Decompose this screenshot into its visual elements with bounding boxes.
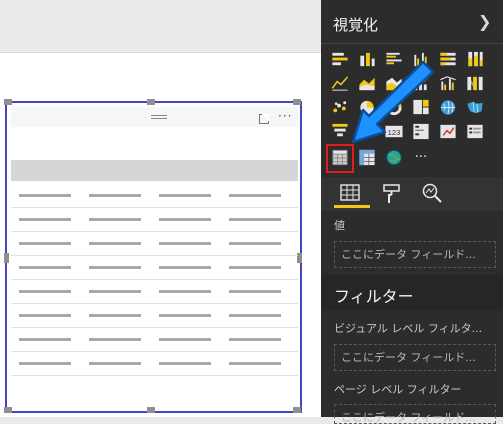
kpi-icon[interactable] — [438, 122, 458, 141]
map-icon[interactable] — [438, 98, 458, 117]
cell-placeholder — [89, 362, 141, 365]
focus-mode-icon[interactable] — [259, 114, 269, 124]
cell-placeholder — [89, 290, 141, 293]
100-percent-bar-chart-icon[interactable] — [438, 50, 458, 69]
table-row — [11, 184, 298, 208]
table-row — [11, 328, 298, 352]
annotation-arrow — [345, 58, 435, 148]
format-roller-icon[interactable] — [381, 183, 403, 205]
cell-placeholder — [159, 290, 211, 293]
cell-placeholder — [19, 290, 71, 293]
cell-placeholder — [159, 314, 211, 317]
pane-title: 視覚化 — [333, 16, 379, 34]
more-visuals-icon[interactable]: ··· — [411, 148, 431, 167]
visual-header: ··· — [11, 107, 298, 127]
cell-placeholder — [19, 314, 71, 317]
page-filter-drop-well[interactable]: ここにデータ フィールド... — [334, 404, 496, 424]
table-row — [11, 352, 298, 376]
cell-placeholder — [229, 194, 281, 197]
table-row — [11, 256, 298, 280]
cell-placeholder — [159, 194, 211, 197]
cell-placeholder — [229, 362, 281, 365]
values-drop-well[interactable]: ここにデータ フィールド... — [334, 241, 496, 268]
cell-placeholder — [229, 338, 281, 341]
fields-tab-icon[interactable] — [339, 183, 361, 203]
visual-filter-drop-well[interactable]: ここにデータ フィールド... — [334, 344, 496, 371]
resize-handle-top[interactable] — [147, 99, 155, 105]
resize-handle-bottom-right[interactable] — [293, 407, 301, 413]
cell-placeholder — [229, 290, 281, 293]
resize-handle-left[interactable] — [4, 253, 9, 263]
resize-handle-bottom-left[interactable] — [4, 407, 12, 413]
matrix-icon[interactable] — [357, 148, 377, 167]
line-clustered-column-chart-icon[interactable] — [438, 74, 458, 93]
cell-placeholder — [89, 266, 141, 269]
cell-placeholder — [229, 314, 281, 317]
analytics-magnifier-icon[interactable] — [421, 182, 443, 204]
resize-handle-top-right[interactable] — [293, 99, 301, 105]
cell-placeholder — [89, 194, 141, 197]
selected-visual-highlight — [326, 144, 354, 173]
resize-handle-top-left[interactable] — [4, 99, 12, 105]
cell-placeholder — [19, 266, 71, 269]
cell-placeholder — [159, 242, 211, 245]
active-tab-indicator — [334, 205, 370, 208]
filters-title: フィルター — [334, 287, 414, 306]
cell-placeholder — [89, 314, 141, 317]
arcgis-map-icon[interactable] — [384, 148, 404, 167]
more-options-button[interactable]: ··· — [278, 109, 298, 123]
cell-placeholder — [229, 266, 281, 269]
page-level-filters-label: ページ レベル フィルター — [334, 383, 462, 396]
cell-placeholder — [19, 194, 71, 197]
100-percent-column-chart-icon[interactable] — [465, 50, 485, 69]
cell-placeholder — [159, 362, 211, 365]
cell-placeholder — [229, 218, 281, 221]
cell-placeholder — [159, 266, 211, 269]
cell-placeholder — [19, 242, 71, 245]
table-row — [11, 304, 298, 328]
canvas-top-band — [0, 0, 321, 53]
cell-placeholder — [19, 218, 71, 221]
cell-placeholder — [159, 338, 211, 341]
cell-placeholder — [159, 218, 211, 221]
table-row — [11, 208, 298, 232]
slicer-icon[interactable] — [465, 122, 485, 141]
table-row — [11, 280, 298, 304]
ribbon-chart-icon[interactable] — [465, 74, 485, 93]
cell-placeholder — [89, 338, 141, 341]
table-visual[interactable]: ··· — [4, 99, 302, 413]
drag-grip-icon[interactable] — [151, 115, 167, 116]
table-header-row — [11, 160, 298, 181]
filled-map-icon[interactable] — [465, 98, 485, 117]
resize-handle-bottom[interactable] — [147, 407, 155, 413]
cell-placeholder — [19, 362, 71, 365]
cell-placeholder — [229, 242, 281, 245]
table-row — [11, 232, 298, 256]
cell-placeholder — [89, 242, 141, 245]
cell-placeholder — [19, 338, 71, 341]
chevron-right-icon[interactable]: ❯ — [478, 12, 491, 31]
cell-placeholder — [89, 218, 141, 221]
visual-level-filters-label: ビジュアル レベル フィルタ... — [334, 322, 483, 335]
values-label: 値 — [334, 219, 345, 232]
pane-divider — [321, 43, 503, 44]
